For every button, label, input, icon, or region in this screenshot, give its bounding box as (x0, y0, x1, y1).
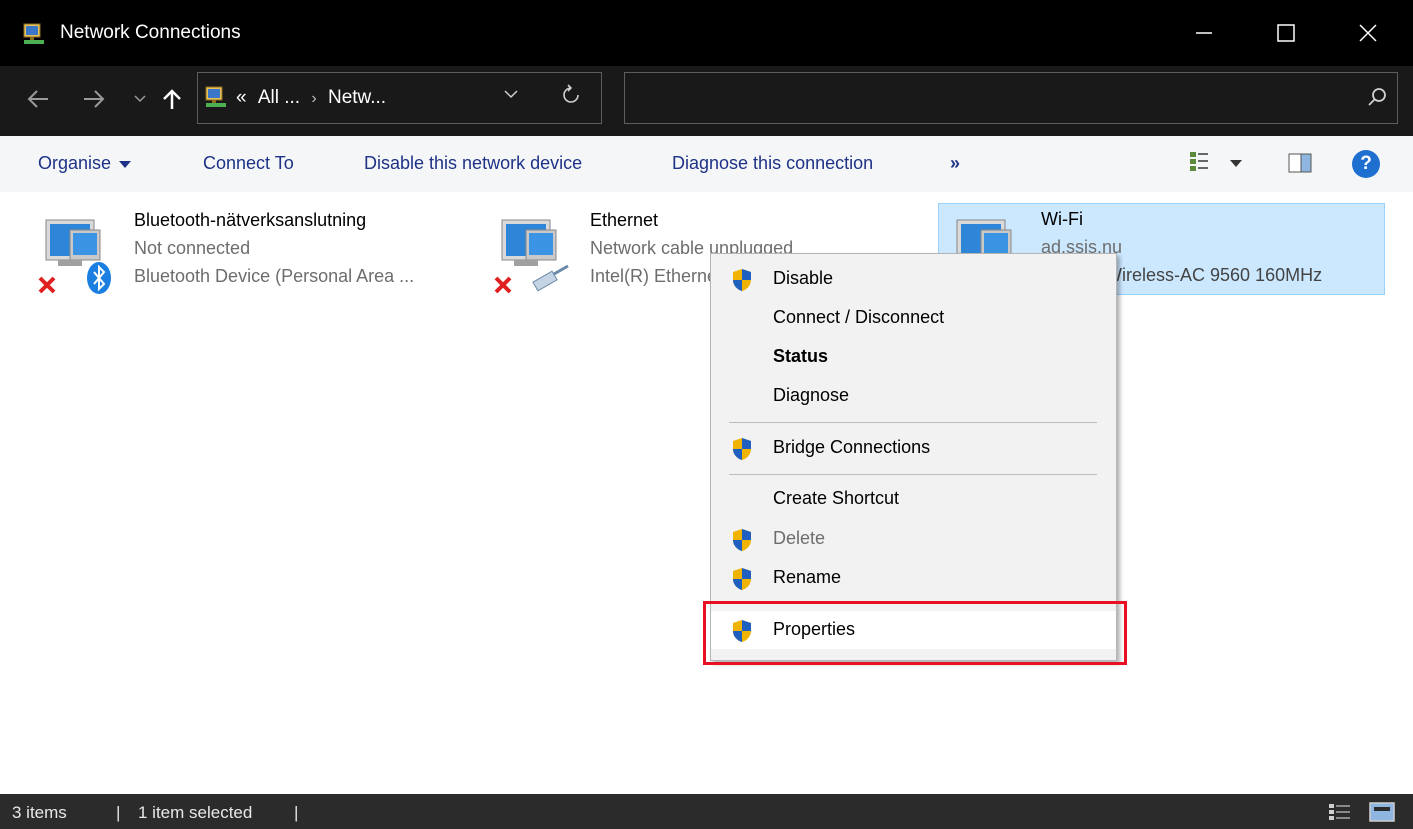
menu-item-label: Rename (773, 567, 842, 587)
connection-name: Bluetooth-nätverksanslutning (134, 210, 367, 230)
menu-separator (729, 474, 1097, 475)
title-bar: Network Connections (0, 0, 1413, 66)
network-adapter-icon (494, 219, 569, 294)
minimize-button[interactable] (1166, 0, 1242, 66)
uac-shield-icon (733, 269, 751, 291)
search-icon[interactable] (1367, 87, 1387, 107)
menu-item-label: Create Shortcut (773, 488, 900, 508)
up-button[interactable] (156, 82, 188, 116)
breadcrumb-item-all[interactable]: All ... (258, 87, 300, 108)
uac-shield-icon (733, 438, 751, 460)
organise-button[interactable]: Organise (38, 153, 132, 174)
menu-item-label: Diagnose (773, 385, 850, 405)
maximize-button[interactable] (1248, 0, 1324, 66)
connection-name: Wi-Fi (1041, 209, 1083, 229)
help-icon[interactable]: ? (1352, 150, 1380, 178)
back-button[interactable] (22, 82, 54, 116)
large-icons-view-icon[interactable] (1369, 802, 1395, 822)
menu-item-bridge-connections[interactable]: Bridge Connections (711, 429, 1116, 467)
menu-item-rename[interactable]: Rename (711, 559, 1116, 597)
connection-item-bluetooth[interactable]: Bluetooth-nätverksanslutning Not connect… (28, 204, 468, 300)
connection-status: Not connected (134, 238, 251, 258)
menu-item-create-shortcut[interactable]: Create Shortcut (711, 480, 1116, 518)
connection-device: Bluetooth Device (Personal Area ... (134, 266, 415, 286)
breadcrumb: « All ... › Netw... (236, 87, 386, 109)
recent-locations-button[interactable] (124, 82, 156, 116)
selection-count: 1 item selected (138, 803, 253, 822)
network-folder-icon (205, 86, 226, 107)
connection-device: Intel(R) Ethernet Connection (590, 266, 715, 286)
menu-separator (729, 422, 1097, 423)
breadcrumb-prefix[interactable]: « (236, 87, 247, 108)
back-arrow-icon (27, 90, 48, 108)
change-view-icon[interactable] (1188, 150, 1258, 178)
forward-arrow-icon (84, 90, 105, 108)
breadcrumb-item-network[interactable]: Netw... (328, 87, 386, 108)
connect-to-button[interactable]: Connect To (203, 153, 294, 174)
diagnose-connection-button[interactable]: Diagnose this connection (672, 153, 873, 174)
network-adapter-icon (38, 219, 111, 294)
address-bar[interactable]: « All ... › Netw... (197, 72, 602, 124)
window-title: Network Connections (60, 22, 241, 43)
status-bar: 3 items | 1 item selected | (0, 794, 1413, 829)
breadcrumb-separator: › (311, 90, 317, 107)
disable-device-button[interactable]: Disable this network device (364, 153, 582, 174)
network-connections-app-icon (23, 23, 44, 44)
dropdown-arrow-icon (119, 160, 132, 168)
menu-item-diagnose[interactable]: Diagnose (711, 377, 1116, 415)
close-icon (1359, 24, 1377, 42)
menu-item-label: Status (773, 346, 829, 366)
connection-name: Ethernet (590, 210, 659, 230)
details-view-icon[interactable] (1327, 802, 1353, 822)
organise-label: Organise (38, 153, 112, 173)
menu-item-label: Delete (773, 528, 826, 548)
status-divider: | (294, 803, 299, 822)
command-bar: Organise Connect To Disable this network… (0, 136, 1413, 192)
highlight-annotation-box (703, 601, 1127, 665)
menu-item-label: Bridge Connections (773, 437, 931, 457)
menu-item-delete: Delete (711, 520, 1116, 558)
preview-pane-icon[interactable] (1288, 153, 1312, 173)
menu-item-connect-disconnect[interactable]: Connect / Disconnect (711, 299, 1116, 337)
forward-button[interactable] (78, 82, 110, 116)
menu-item-status[interactable]: Status (711, 338, 1116, 376)
disconnected-x-icon (38, 276, 56, 294)
up-arrow-icon (163, 89, 181, 109)
recent-chevron-icon (134, 95, 146, 103)
context-menu: Disable Connect / Disconnect Status Diag… (710, 253, 1117, 661)
refresh-icon[interactable] (562, 84, 580, 110)
items-count: 3 items (12, 803, 67, 822)
search-input[interactable] (624, 72, 1398, 124)
menu-item-label: Disable (773, 268, 834, 288)
status-divider: | (116, 803, 121, 822)
menu-item-disable[interactable]: Disable (711, 260, 1116, 298)
uac-shield-icon (733, 529, 751, 551)
menu-item-label: Connect / Disconnect (773, 307, 945, 327)
ethernet-cable-icon (532, 264, 569, 292)
connections-list: Bluetooth-nätverksanslutning Not connect… (0, 192, 1413, 794)
disconnected-x-icon (494, 276, 512, 294)
maximize-icon (1277, 24, 1295, 42)
more-commands-button[interactable]: » (950, 153, 960, 174)
minimize-icon (1196, 32, 1212, 34)
bluetooth-icon (87, 262, 111, 294)
uac-shield-icon (733, 568, 751, 590)
close-button[interactable] (1330, 0, 1406, 66)
address-dropdown-icon[interactable] (504, 86, 518, 104)
